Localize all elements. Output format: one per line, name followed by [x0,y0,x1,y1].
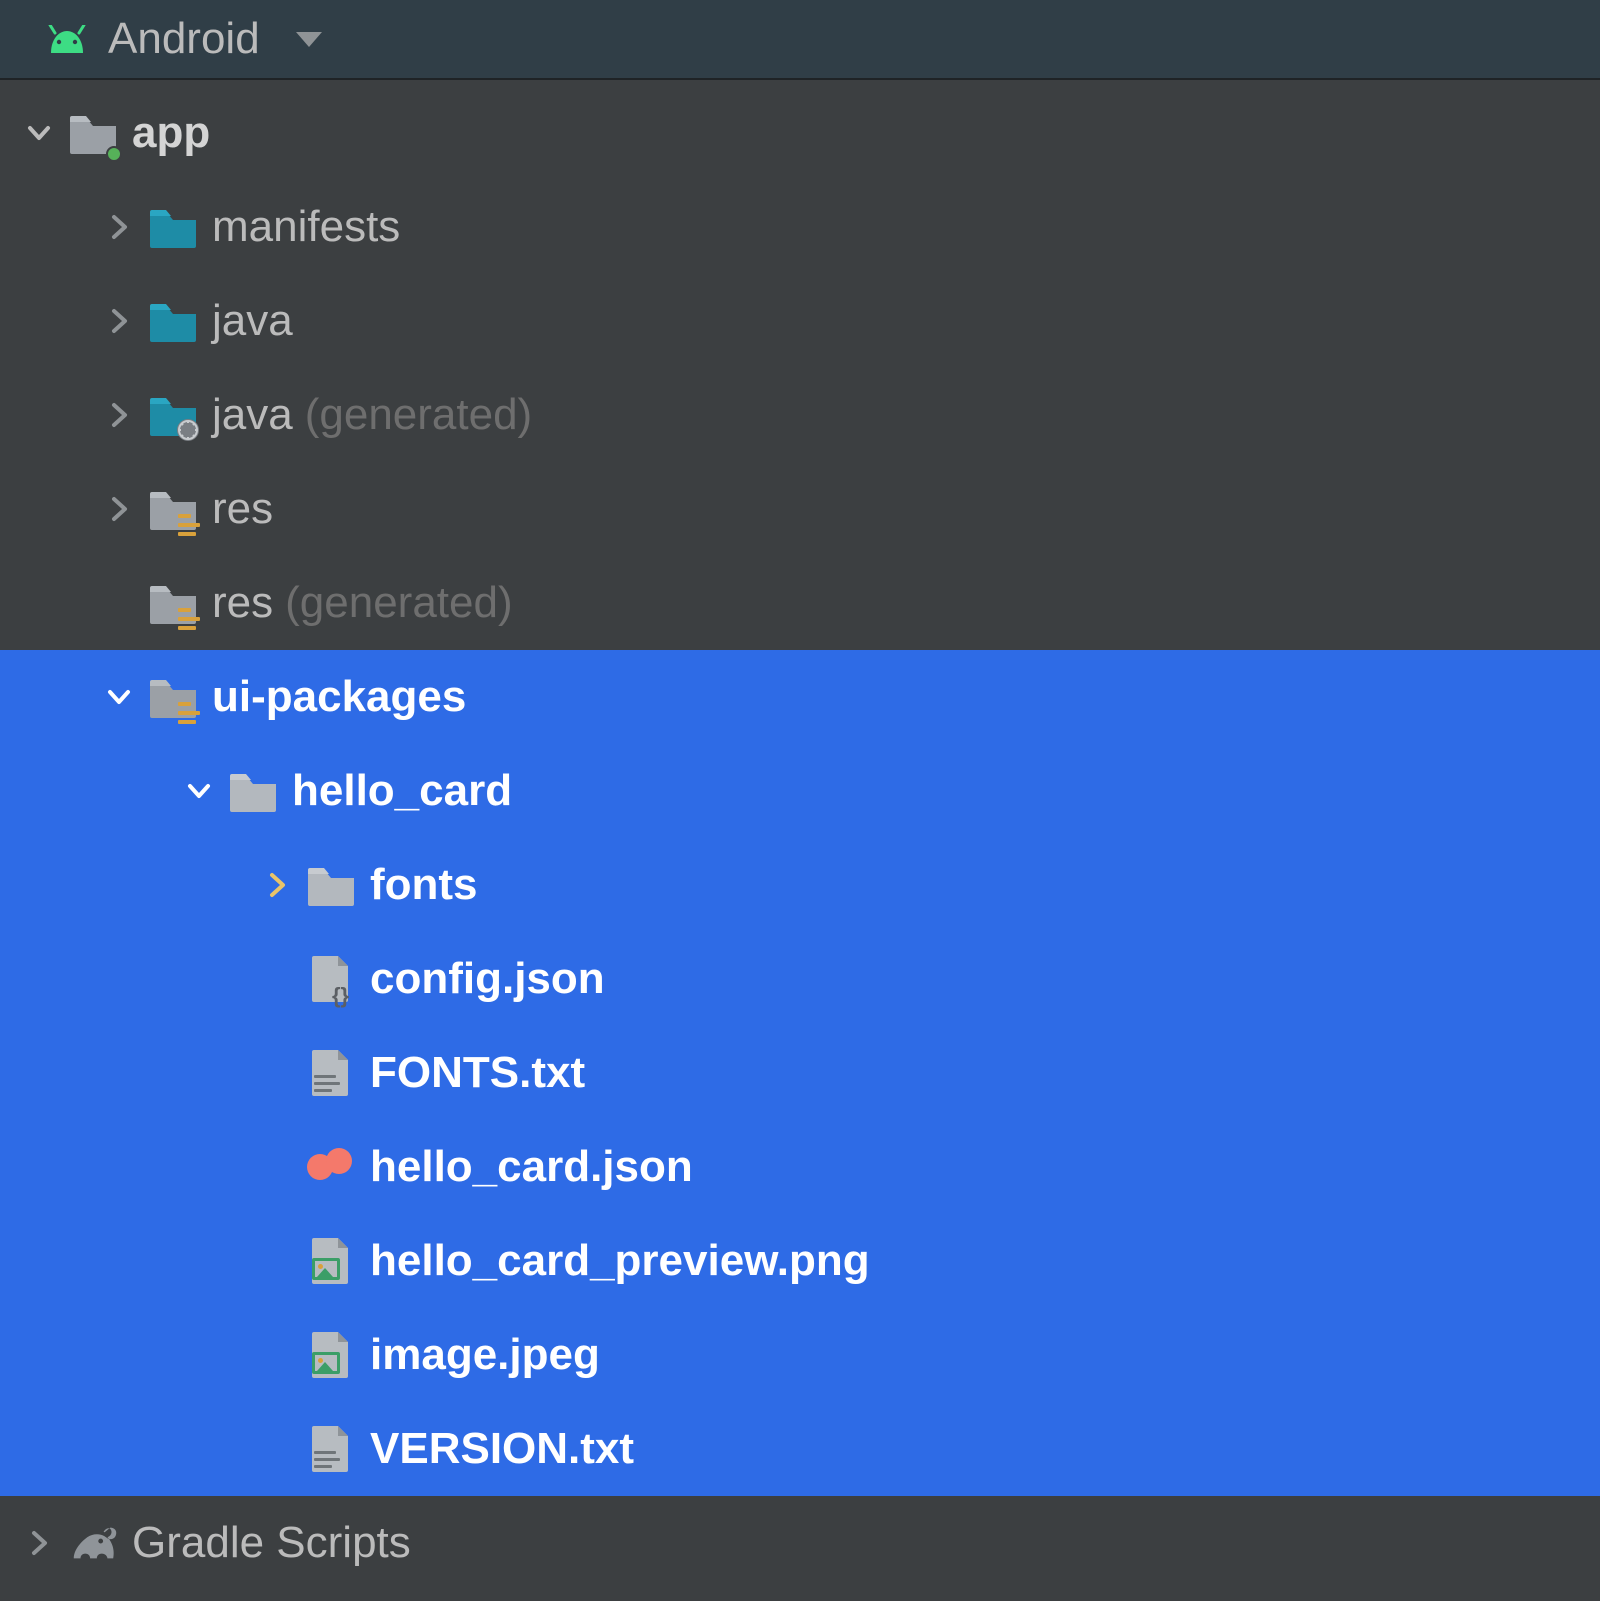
resource-folder-icon [148,672,198,722]
expand-icon[interactable] [184,778,214,804]
expand-icon[interactable] [104,496,134,522]
tree-label: Gradle Scripts [132,1518,411,1568]
tree-label: java [212,296,293,346]
expand-icon[interactable] [104,684,134,710]
tree-node-config-json[interactable]: {} config.json [0,932,1600,1026]
text-file-icon [306,1048,356,1098]
text-file-icon [306,1424,356,1474]
generated-folder-icon [148,390,198,440]
tree-label: res [212,484,273,534]
tree-label: hello_card [292,766,512,816]
tree-label: hello_card.json [370,1142,693,1192]
tree-node-hello-card-json[interactable]: hello_card.json [0,1120,1600,1214]
image-file-icon [306,1236,356,1286]
tree-label: config.json [370,954,605,1004]
module-folder-icon [68,108,118,158]
tree-label: app [132,108,210,158]
tree-node-fonts-txt[interactable]: FONTS.txt [0,1026,1600,1120]
tree-node-preview-png[interactable]: hello_card_preview.png [0,1214,1600,1308]
tree-label: java [212,390,293,440]
svg-text:{}: {} [332,984,350,1008]
resource-folder-icon [148,484,198,534]
project-tool-window: Android app manifests [0,0,1600,1601]
image-file-icon [306,1330,356,1380]
tree-node-java-generated[interactable]: java (generated) [0,368,1600,462]
expand-icon[interactable] [104,308,134,334]
resource-folder-icon [148,578,198,628]
tree-label: FONTS.txt [370,1048,585,1098]
expand-icon[interactable] [104,402,134,428]
expand-icon[interactable] [104,214,134,240]
json-file-icon: {} [306,954,356,1004]
folder-icon [306,860,356,910]
android-icon [44,23,90,55]
tree-suffix: (generated) [285,578,512,628]
tree-node-res[interactable]: res [0,462,1600,556]
expand-icon[interactable] [24,120,54,146]
folder-icon [148,296,198,346]
tree-node-res-generated[interactable]: res (generated) [0,556,1600,650]
tree-node-fonts[interactable]: fonts [0,838,1600,932]
folder-icon [148,202,198,252]
tree-node-version-txt[interactable]: VERSION.txt [0,1402,1600,1496]
tree-label: res [212,578,273,628]
relay-file-icon [306,1142,356,1192]
tree-node-hello-card[interactable]: hello_card [0,744,1600,838]
tree-node-ui-packages[interactable]: ui-packages [0,650,1600,744]
tree-label: manifests [212,202,400,252]
project-tree: app manifests java [0,80,1600,1601]
tree-node-image-jpeg[interactable]: image.jpeg [0,1308,1600,1402]
tree-label: hello_card_preview.png [370,1236,870,1286]
project-view-header[interactable]: Android [0,0,1600,80]
project-view-title: Android [108,14,260,64]
chevron-down-icon[interactable] [294,29,324,49]
tree-label: ui-packages [212,672,466,722]
tree-label: fonts [370,860,478,910]
expand-icon[interactable] [262,872,292,898]
expand-icon[interactable] [24,1530,54,1556]
tree-node-java[interactable]: java [0,274,1600,368]
tree-label: VERSION.txt [370,1424,634,1474]
tree-label: image.jpeg [370,1330,600,1380]
tree-node-app[interactable]: app [0,86,1600,180]
tree-node-manifests[interactable]: manifests [0,180,1600,274]
gradle-icon [68,1518,118,1568]
tree-node-gradle-scripts[interactable]: Gradle Scripts [0,1496,1600,1590]
folder-icon [228,766,278,816]
tree-suffix: (generated) [305,390,532,440]
